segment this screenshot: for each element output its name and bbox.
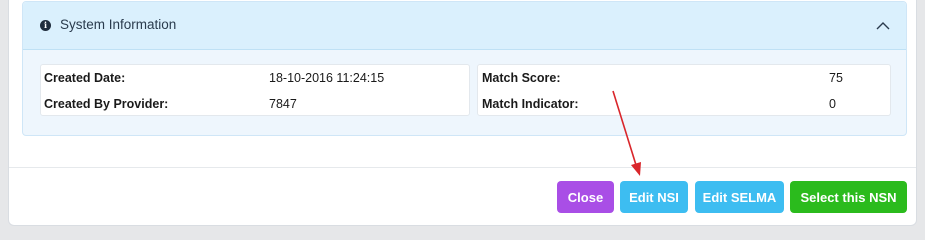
- field-value: 0: [829, 97, 836, 111]
- edit-nsi-button[interactable]: Edit NSI: [620, 181, 688, 213]
- field-value: 7847: [269, 97, 297, 111]
- panel-header[interactable]: i System Information: [23, 2, 906, 50]
- field-row: Created Date: 18-10-2016 11:24:15: [41, 65, 469, 91]
- info-card-left: Created Date: 18-10-2016 11:24:15 Create…: [40, 64, 470, 116]
- field-value: 18-10-2016 11:24:15: [269, 71, 385, 85]
- field-label: Match Score:: [482, 71, 561, 85]
- select-nsn-button[interactable]: Select this NSN: [790, 181, 907, 213]
- field-label: Created Date:: [44, 71, 126, 85]
- close-button[interactable]: Close: [557, 181, 614, 213]
- field-label: Created By Provider:: [44, 97, 169, 111]
- system-information-panel: i System Information Created Date: 18-10…: [22, 1, 907, 136]
- modal-dialog: i System Information Created Date: 18-10…: [8, 0, 917, 226]
- panel-title: System Information: [60, 17, 177, 32]
- footer-divider: [9, 167, 916, 168]
- edit-selma-button[interactable]: Edit SELMA: [695, 181, 784, 213]
- info-icon: i: [40, 20, 51, 31]
- field-label: Match Indicator:: [482, 97, 579, 111]
- field-value: 75: [829, 71, 843, 85]
- chevron-up-icon[interactable]: [876, 19, 890, 33]
- field-row: Created By Provider: 7847: [41, 91, 469, 117]
- field-row: Match Indicator: 0: [478, 91, 890, 117]
- field-row: Match Score: 75: [478, 65, 890, 91]
- info-card-right: Match Score: 75 Match Indicator: 0: [477, 64, 891, 116]
